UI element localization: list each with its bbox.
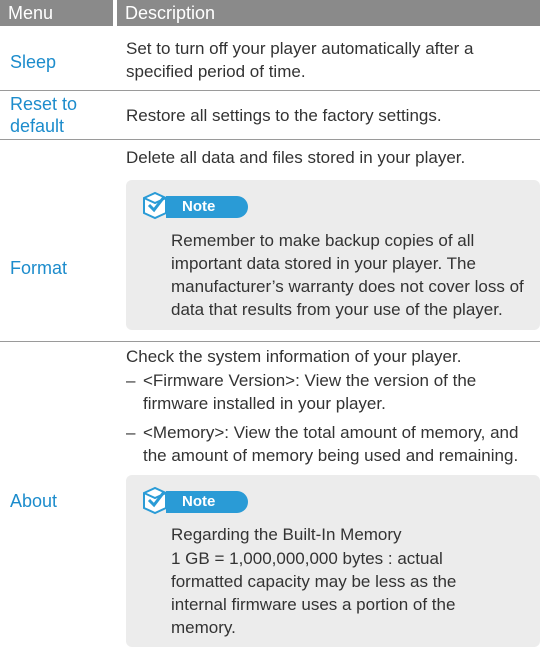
note-heading-about: Regarding the Built-In Memory bbox=[171, 525, 402, 544]
row-divider bbox=[0, 139, 540, 140]
desc-sleep: Set to turn off your player automaticall… bbox=[126, 39, 474, 81]
note-label: Note bbox=[166, 196, 248, 218]
note-text-format: Remember to make backup copies of all im… bbox=[171, 231, 524, 319]
header-menu: Menu bbox=[0, 0, 113, 26]
desc-reset: Restore all settings to the factory sett… bbox=[126, 106, 442, 125]
desc-format: Delete all data and files stored in your… bbox=[126, 148, 466, 167]
note-text-about: 1 GB = 1,000,000,000 bytes : actual form… bbox=[171, 549, 457, 637]
desc-about: Check the system information of your pla… bbox=[126, 347, 462, 366]
note-badge: Note bbox=[140, 486, 254, 515]
note-box-about: Note Regarding the Built-In Memory 1 GB … bbox=[126, 475, 540, 647]
menu-about: About bbox=[10, 491, 58, 511]
note-label: Note bbox=[166, 491, 248, 513]
bullet-dash: – bbox=[126, 371, 136, 390]
row-divider bbox=[0, 341, 540, 342]
note-badge: Note bbox=[140, 191, 254, 220]
bullet-text: <Firmware Version>: View the version of … bbox=[143, 371, 477, 413]
note-box-format: Note Remember to make backup copies of a… bbox=[126, 180, 540, 330]
row-divider bbox=[0, 90, 540, 91]
menu-format: Format bbox=[10, 258, 68, 278]
menu-reset-line1: Reset to bbox=[10, 94, 78, 114]
menu-sleep: Sleep bbox=[10, 52, 57, 72]
header-description: Description bbox=[117, 0, 540, 26]
menu-reset-line2: default bbox=[10, 116, 65, 136]
bullet-text: <Memory>: View the total amount of memor… bbox=[143, 423, 519, 465]
bullet-dash: – bbox=[126, 423, 136, 442]
